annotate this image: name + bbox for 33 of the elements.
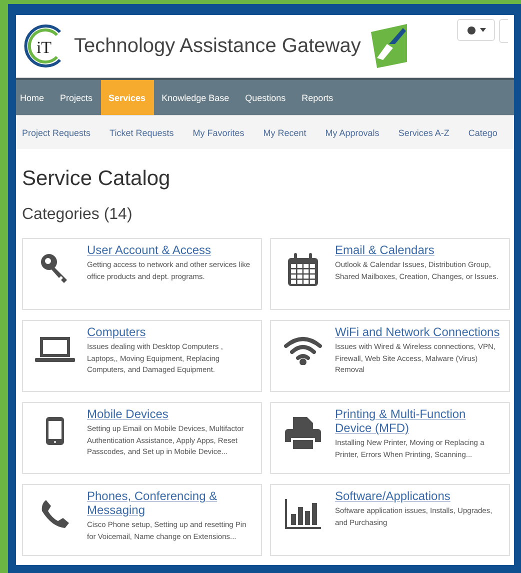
category-link[interactable]: Printing & Multi-Function Device (MFD) (335, 407, 503, 435)
wifi-icon (283, 335, 323, 365)
site-title: Technology Assistance Gateway (74, 34, 361, 58)
laptop-icon (35, 335, 75, 363)
page-title: Service Catalog (22, 167, 172, 191)
nav-tab[interactable]: Home (16, 80, 52, 115)
telephone-handset-icon (40, 499, 70, 529)
category-link[interactable]: Software/Applications (335, 489, 503, 503)
key-icon (40, 253, 70, 285)
caret-icon (480, 28, 486, 32)
category-link[interactable]: WiFi and Network Connections (335, 325, 503, 339)
nav-tab[interactable]: Questions (237, 80, 294, 115)
subnav-link[interactable]: My Favorites (183, 128, 254, 138)
nav-tab[interactable]: Reports (294, 80, 342, 115)
printer-icon (285, 417, 321, 449)
subnav-link[interactable]: My Recent (254, 128, 316, 138)
category-link[interactable]: Mobile Devices (87, 407, 255, 421)
category-link[interactable]: Computers (87, 325, 255, 339)
nav-tab[interactable]: Projects (52, 80, 101, 115)
mobile-phone-icon (46, 417, 64, 445)
nav-tab[interactable]: Knowledge Base (154, 80, 238, 115)
subnav-link[interactable]: Ticket Requests (100, 128, 184, 138)
section-heading: Categories (14) (22, 206, 134, 224)
category-link[interactable]: Phones, Conferencing & Messaging (87, 489, 255, 517)
calendar-icon (287, 253, 319, 287)
bar-chart-icon (285, 499, 321, 529)
subnav-link[interactable]: Services A-Z (388, 128, 459, 138)
category-link[interactable]: User Account & Access (87, 243, 255, 257)
subnav-link[interactable]: My Approvals (316, 128, 389, 138)
subnav-link[interactable]: Project Requests (16, 128, 100, 138)
globe-dropdown-button[interactable] (457, 19, 495, 41)
subnav-link[interactable]: Catego (458, 128, 507, 138)
category-link[interactable]: Email & Calendars (335, 243, 503, 257)
